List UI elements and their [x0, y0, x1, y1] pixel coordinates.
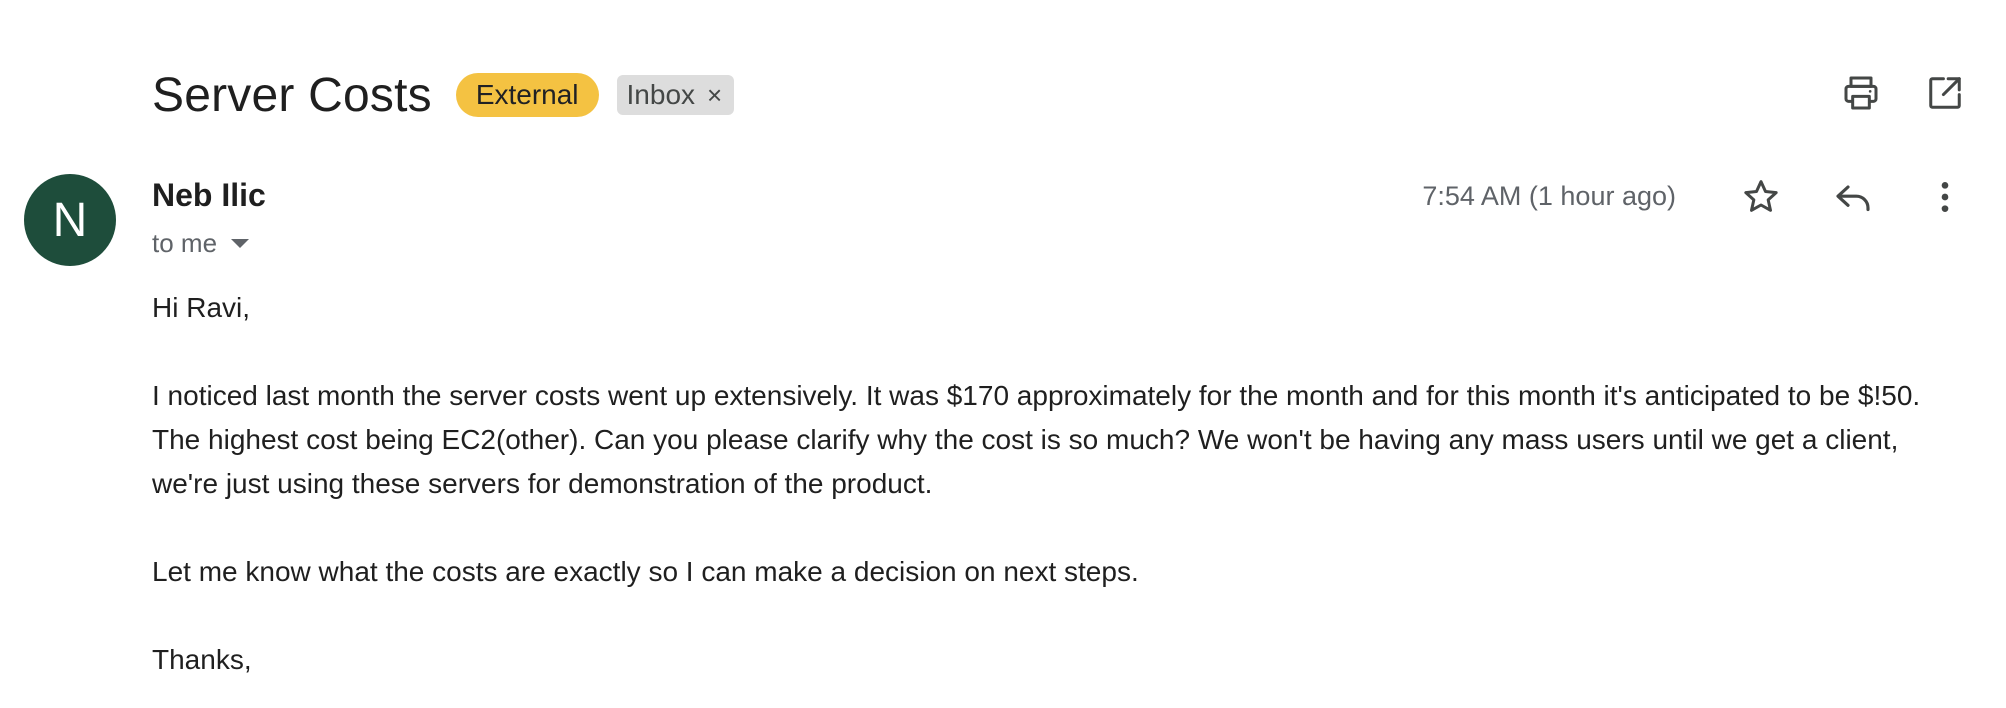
recipient-details-toggle[interactable]: to me	[152, 228, 250, 259]
recipient-text: to me	[152, 228, 218, 258]
chevron-down-icon	[231, 239, 250, 248]
reply-icon[interactable]	[1832, 176, 1874, 218]
star-icon[interactable]	[1740, 176, 1782, 218]
print-icon[interactable]	[1840, 72, 1882, 114]
sender-name[interactable]: Neb Ilic	[152, 177, 266, 214]
email-view: Server Costs External Inbox × N Neb Ilic	[0, 0, 2006, 708]
subject-row: Server Costs External Inbox ×	[152, 62, 735, 128]
open-in-new-window-icon[interactable]	[1924, 72, 1966, 114]
inbox-label: Inbox ×	[616, 75, 735, 115]
email-subject: Server Costs	[152, 68, 432, 122]
body-greeting: Hi Ravi,	[152, 292, 251, 323]
body-signoff: Thanks,	[152, 644, 252, 675]
more-vert-icon[interactable]	[1924, 176, 1966, 218]
inbox-label-text: Inbox	[626, 79, 696, 110]
remove-label-icon[interactable]: ×	[707, 75, 722, 115]
message-time: 7:54 AM (1 hour ago)	[1422, 181, 1676, 211]
external-label: External	[455, 73, 599, 117]
message-actions	[1740, 176, 1966, 218]
message-body: Hi Ravi, I noticed last month the server…	[152, 286, 1932, 708]
sender-avatar[interactable]: N	[24, 174, 116, 266]
body-paragraph: I noticed last month the server costs we…	[152, 380, 1921, 499]
body-paragraph: Let me know what the costs are exactly s…	[152, 556, 1139, 587]
thread-actions	[1840, 72, 1966, 114]
